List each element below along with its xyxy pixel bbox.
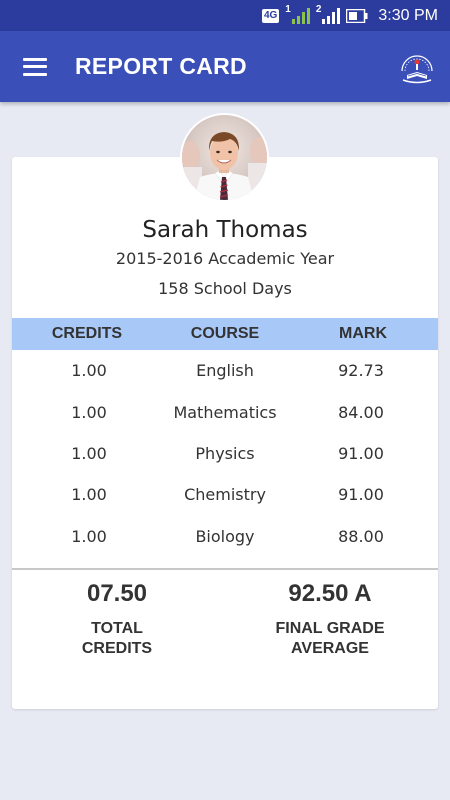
- table-row: 1.00 Mathematics 84.00: [12, 391, 438, 432]
- school-crest-logo-icon: [401, 55, 433, 84]
- row-mark: 92.73: [338, 361, 384, 381]
- row-course: English: [196, 361, 254, 381]
- row-credits: 1.00: [71, 361, 107, 381]
- row-credits: 1.00: [71, 443, 107, 463]
- row-course: Physics: [195, 443, 255, 463]
- header-course: COURSE: [190, 325, 260, 342]
- row-credits: 1.00: [71, 485, 107, 505]
- page-title: REPORT CARD: [75, 53, 247, 79]
- school-days: 158 School Days: [158, 279, 292, 298]
- signal-icon-sim1: 1: [285, 4, 310, 24]
- hamburger-menu-icon: [23, 57, 47, 76]
- final-grade-label-line1: FINAL GRADE: [275, 620, 385, 637]
- sim1-number: 1: [285, 4, 291, 15]
- network-type-badge: 4G: [261, 8, 280, 23]
- grade-summary: 07.50 TOTAL CREDITS 92.50 A FINAL GRADE …: [12, 578, 438, 659]
- table-row: 1.00 English 92.73: [12, 350, 438, 391]
- row-mark: 91.00: [338, 443, 384, 463]
- status-time: 3:30 PM: [378, 6, 438, 24]
- menu-button[interactable]: [0, 31, 70, 102]
- total-credits-label-line1: TOTAL: [91, 620, 143, 637]
- student-avatar: [180, 113, 269, 202]
- row-mark: 88.00: [338, 526, 384, 546]
- status-bar: 4G 1 2 3:30 PM: [0, 0, 450, 31]
- total-credits-label: TOTAL CREDITS: [12, 619, 222, 659]
- final-grade-label-line2: AVERAGE: [291, 640, 369, 657]
- academic-year: 2015-2016 Accademic Year: [115, 249, 335, 268]
- total-credits-block: 07.50 TOTAL CREDITS: [12, 578, 222, 659]
- total-credits-value: 07.50: [86, 580, 148, 607]
- row-course: Chemistry: [184, 485, 266, 505]
- final-grade-value: 92.50 A: [288, 580, 372, 607]
- table-row: 1.00 Biology 88.00: [12, 516, 438, 557]
- total-credits-label-line2: CREDITS: [81, 640, 153, 657]
- final-grade-label: FINAL GRADE AVERAGE: [222, 619, 438, 659]
- summary-divider: [12, 568, 438, 570]
- row-credits: 1.00: [71, 402, 107, 422]
- row-mark: 91.00: [338, 485, 384, 505]
- row-credits: 1.00: [71, 526, 107, 546]
- battery-icon: [346, 8, 368, 23]
- sim2-number: 2: [315, 4, 322, 15]
- row-course: Biology: [195, 526, 255, 546]
- student-name: Sarah Thomas: [142, 217, 308, 243]
- final-grade-block: 92.50 A FINAL GRADE AVERAGE: [222, 578, 438, 659]
- grades-table-header: CREDITS COURSE MARK: [12, 318, 438, 350]
- header-credits: CREDITS: [51, 325, 123, 342]
- table-row: 1.00 Physics 91.00: [12, 433, 438, 474]
- signal-icon-sim2: 2: [316, 4, 341, 24]
- row-mark: 84.00: [338, 402, 384, 422]
- table-row: 1.00 Chemistry 91.00: [12, 474, 438, 515]
- header-mark: MARK: [339, 325, 387, 342]
- grades-table-body: 1.00 English 92.73 1.00 Mathematics 84.0…: [12, 350, 438, 557]
- app-bar: REPORT CARD: [0, 31, 450, 102]
- row-course: Mathematics: [173, 402, 277, 422]
